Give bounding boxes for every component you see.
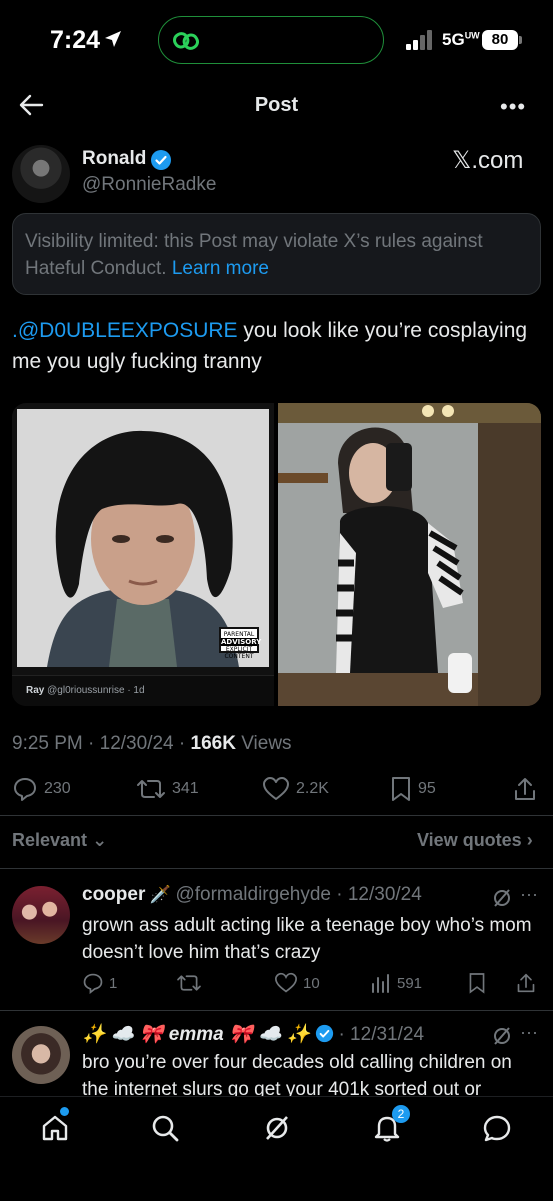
share-button[interactable] xyxy=(513,776,537,802)
reply-count: 230 xyxy=(44,780,71,797)
verified-badge-icon xyxy=(151,150,171,170)
like-count: 2.2K xyxy=(296,780,329,797)
repost-icon xyxy=(137,780,165,798)
reply-icon xyxy=(83,973,103,994)
like-button[interactable]: 2.2K xyxy=(262,776,329,802)
embedded-caption-name: Ray xyxy=(26,685,45,696)
notifications-badge: 2 xyxy=(392,1105,410,1123)
cell-signal-icon xyxy=(406,30,432,50)
reply-author-name[interactable]: cooper xyxy=(82,884,145,905)
heart-icon xyxy=(274,972,298,993)
location-arrow-icon xyxy=(105,31,121,47)
more-options-button[interactable]: ••• xyxy=(500,94,526,120)
embedded-caption: Ray @gl0rioussunrise · 1d xyxy=(12,675,274,706)
divider xyxy=(0,815,553,816)
repost-count: 341 xyxy=(172,780,199,797)
embedded-caption-handle: @gl0rioussunrise · 1d xyxy=(47,685,145,696)
reply-more-button[interactable]: ··· xyxy=(520,884,538,905)
reply-reply-count: 1 xyxy=(109,974,118,992)
reply-repost-button[interactable] xyxy=(176,972,207,994)
chevron-right-icon: › xyxy=(526,830,533,850)
reply-handle-date[interactable]: · 12/31/24 xyxy=(338,1024,424,1045)
grok-icon[interactable] xyxy=(491,887,513,909)
reply-text: grown ass adult acting like a teenage bo… xyxy=(82,915,532,963)
view-quotes-link[interactable]: View quotes › xyxy=(417,830,533,851)
sort-dropdown[interactable]: Relevant ⌄ xyxy=(12,830,107,851)
parental-advisory-label: PARENTALADVISORYEXPLICIT CONTENT xyxy=(219,627,261,660)
network-type: 5GUW xyxy=(442,30,480,49)
reply-avatar[interactable] xyxy=(12,886,70,944)
reply-like-count: 10 xyxy=(303,974,320,992)
author-avatar[interactable] xyxy=(12,145,70,203)
reply-header: cooper 🗡️ @formaldirgehyde · 12/30/24 xyxy=(82,884,422,906)
mention-link[interactable]: .@D0UBLEEXPOSURE xyxy=(12,319,238,342)
chevron-down-icon: ⌄ xyxy=(92,830,108,850)
battery-tip xyxy=(519,36,522,44)
reply-views-button[interactable]: 591 xyxy=(370,972,422,994)
grok-icon[interactable] xyxy=(262,1113,292,1143)
link-icon xyxy=(173,32,199,50)
status-time: 7:24 xyxy=(50,26,101,54)
home-icon[interactable] xyxy=(40,1113,70,1143)
post-image-left[interactable]: PARENTALADVISORYEXPLICIT CONTENT Ray @gl… xyxy=(12,403,274,706)
bookmark-icon[interactable] xyxy=(468,972,486,994)
share-icon xyxy=(515,778,535,800)
post-timestamp: 9:25 PM · 12/30/24 · 166K Views xyxy=(12,733,292,754)
bookmark-icon xyxy=(392,777,410,801)
post-text: .@D0UBLEEXPOSURE you look like you’re co… xyxy=(12,315,541,377)
mirror-selfie-photo xyxy=(278,403,541,706)
messages-icon[interactable] xyxy=(482,1113,512,1143)
post-image-right[interactable] xyxy=(278,403,541,706)
reply-more-button[interactable]: ··· xyxy=(520,1022,538,1043)
reply-header: ✨ ☁️ 🎀 emma 🎀 ☁️ ✨ · 12/31/24 xyxy=(82,1022,424,1046)
dagger-emoji: 🗡️ xyxy=(149,885,171,904)
visibility-notice: Visibility limited: this Post may violat… xyxy=(12,213,541,295)
learn-more-link[interactable]: Learn more xyxy=(172,258,269,279)
author-handle[interactable]: @RonnieRadke xyxy=(82,174,216,196)
repost-button[interactable]: 341 xyxy=(136,776,199,802)
reply-like-button[interactable]: 10 xyxy=(274,972,320,994)
bookmark-count: 95 xyxy=(418,780,436,797)
search-icon[interactable] xyxy=(150,1113,180,1143)
bookmark-button[interactable]: 95 xyxy=(390,776,436,802)
reply-author-name[interactable]: ✨ ☁️ 🎀 emma 🎀 ☁️ ✨ xyxy=(82,1024,311,1045)
analytics-icon xyxy=(372,974,389,993)
verified-badge-icon xyxy=(315,1024,334,1043)
reply-button[interactable]: 230 xyxy=(12,776,71,802)
reply-icon xyxy=(14,778,36,801)
page-title: Post xyxy=(254,94,299,116)
home-unread-dot xyxy=(60,1107,69,1116)
reply-text: bro you’re over four decades old calling… xyxy=(82,1052,512,1100)
mugshot-photo: PARENTALADVISORYEXPLICIT CONTENT xyxy=(17,409,269,667)
battery-indicator: 80 xyxy=(482,30,518,50)
divider xyxy=(0,1010,553,1011)
reply-handle-date[interactable]: @formaldirgehyde · 12/30/24 xyxy=(175,884,421,905)
reply-reply-button[interactable]: 1 xyxy=(82,972,117,994)
dynamic-island[interactable] xyxy=(158,16,384,64)
reply-views-count: 591 xyxy=(397,974,423,992)
divider xyxy=(0,868,553,869)
reply-avatar[interactable] xyxy=(12,1026,70,1084)
heart-icon xyxy=(263,777,289,800)
x-logo: 𝕏.com xyxy=(452,147,524,174)
share-icon[interactable] xyxy=(516,972,536,994)
views-count: 166K xyxy=(190,733,236,754)
repost-icon xyxy=(177,975,201,991)
bottom-nav: 2 xyxy=(0,1096,553,1201)
grok-icon[interactable] xyxy=(491,1025,513,1047)
author-name[interactable]: Ronald xyxy=(82,148,146,170)
